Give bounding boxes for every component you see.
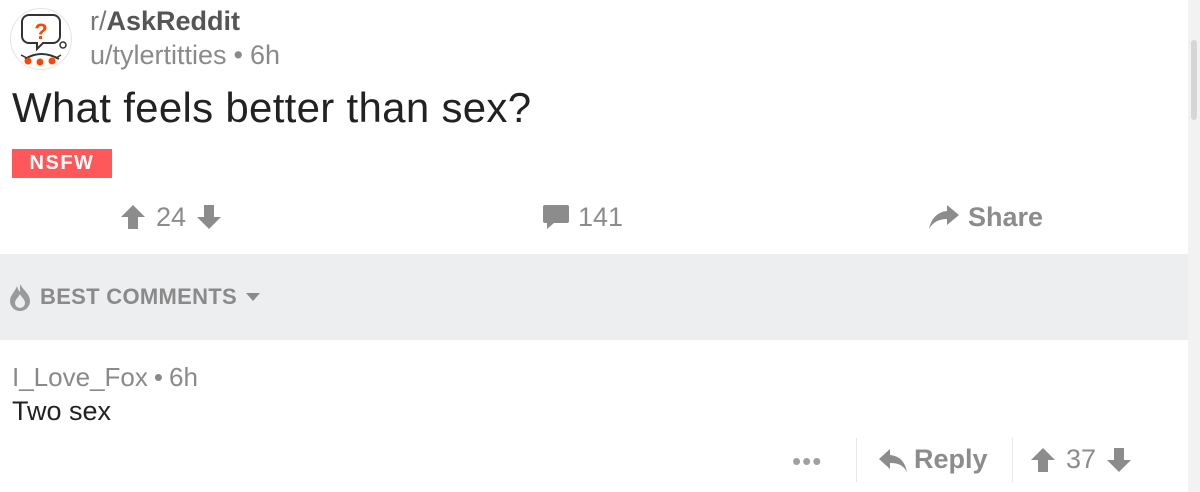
comment-sort-bar: BEST COMMENTS bbox=[0, 254, 1188, 340]
comment-body: Two sex bbox=[12, 396, 112, 426]
subreddit-name: AskReddit bbox=[106, 6, 241, 36]
post-score: 24 bbox=[156, 201, 187, 232]
comment-vote-controls: 37 bbox=[1030, 444, 1132, 475]
post-actions: 24 141 Share bbox=[0, 192, 1188, 242]
comment-meta: I_Love_Fox • 6h bbox=[12, 362, 198, 393]
meta-separator: • bbox=[153, 362, 163, 392]
post-title[interactable]: What feels better than sex? bbox=[12, 84, 531, 132]
sort-dropdown[interactable]: BEST COMMENTS bbox=[8, 282, 261, 312]
post-meta: u/tylertitties • 6h bbox=[90, 40, 280, 71]
comments-button[interactable]: 141 bbox=[542, 192, 623, 242]
comment-author[interactable]: I_Love_Fox bbox=[12, 362, 148, 392]
comment-count: 141 bbox=[578, 201, 624, 232]
speech-bubble-icon bbox=[543, 205, 569, 229]
more-options-button[interactable]: ••• bbox=[792, 446, 822, 477]
share-label: Share bbox=[968, 201, 1044, 232]
scrollbar[interactable] bbox=[1188, 0, 1200, 492]
post-card: ? r/AskReddit u/tylertitties • 6h What fee… bbox=[0, 0, 1188, 254]
upvote-arrow-icon[interactable] bbox=[1030, 447, 1056, 473]
comment-score: 37 bbox=[1066, 444, 1097, 474]
downvote-arrow-icon[interactable] bbox=[196, 204, 222, 230]
action-divider bbox=[1012, 438, 1013, 482]
reply-arrow-icon bbox=[879, 448, 907, 472]
downvote-arrow-icon[interactable] bbox=[1106, 447, 1132, 473]
reply-button[interactable]: Reply bbox=[878, 444, 988, 475]
scrollbar-thumb[interactable] bbox=[1191, 40, 1197, 120]
post-author[interactable]: u/tylertitties bbox=[90, 40, 227, 70]
flame-icon bbox=[10, 284, 30, 311]
chevron-down-icon bbox=[246, 293, 261, 301]
subreddit-link[interactable]: r/AskReddit bbox=[90, 6, 240, 37]
share-button[interactable]: Share bbox=[928, 192, 1043, 242]
svg-text:?: ? bbox=[34, 19, 47, 44]
upvote-arrow-icon[interactable] bbox=[120, 204, 146, 230]
comment-actions: ••• Reply 37 bbox=[0, 436, 1188, 488]
post-age: 6h bbox=[250, 40, 281, 70]
nsfw-badge: NSFW bbox=[12, 149, 112, 178]
subreddit-prefix: r/ bbox=[90, 6, 107, 36]
meta-separator: • bbox=[233, 40, 243, 70]
action-divider bbox=[856, 438, 857, 482]
askreddit-snoo-icon[interactable]: ? bbox=[10, 8, 72, 70]
comment: I_Love_Fox • 6h Two sex ••• Reply 37 bbox=[0, 340, 1188, 492]
post-vote-controls: 24 bbox=[120, 192, 222, 242]
reply-label: Reply bbox=[914, 444, 988, 474]
share-arrow-icon bbox=[929, 205, 959, 229]
comment-age: 6h bbox=[168, 362, 198, 392]
sort-label: BEST COMMENTS bbox=[40, 284, 238, 309]
